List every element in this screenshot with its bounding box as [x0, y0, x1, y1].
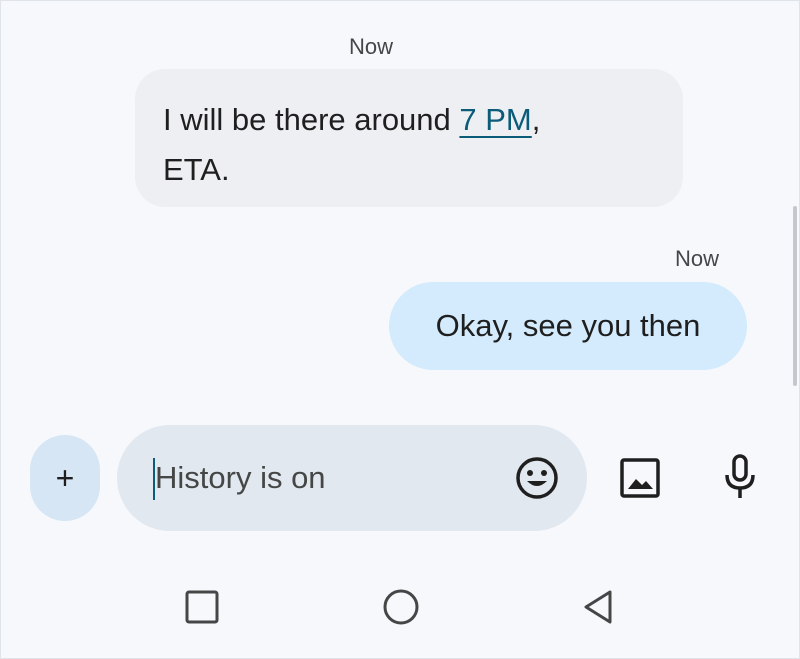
message-timestamp: Now: [349, 34, 394, 59]
add-attachment-button[interactable]: +: [30, 435, 100, 521]
message-text: ETA.: [163, 152, 230, 187]
gallery-icon[interactable]: [618, 456, 662, 500]
scrollbar[interactable]: [793, 206, 797, 386]
outgoing-message-bubble[interactable]: Okay, see you then: [389, 282, 747, 370]
plus-icon: +: [55, 460, 75, 496]
message-timestamp: Now: [675, 246, 720, 271]
time-link[interactable]: 7 PM: [459, 102, 531, 137]
message-text: ,: [531, 102, 541, 137]
microphone-icon[interactable]: [723, 453, 757, 501]
message-input[interactable]: [155, 453, 495, 503]
emoji-icon[interactable]: [515, 456, 559, 500]
system-navigation-bar: [1, 571, 799, 651]
home-circle-icon[interactable]: [381, 587, 421, 627]
recents-square-icon[interactable]: [184, 589, 220, 625]
compose-field[interactable]: [117, 425, 587, 531]
message-text: Okay, see you then: [435, 308, 701, 343]
incoming-message-bubble[interactable]: I will be there around 7 PM, ETA.: [135, 69, 683, 207]
back-triangle-icon[interactable]: [581, 588, 615, 626]
message-text: I will be there around: [163, 102, 460, 137]
